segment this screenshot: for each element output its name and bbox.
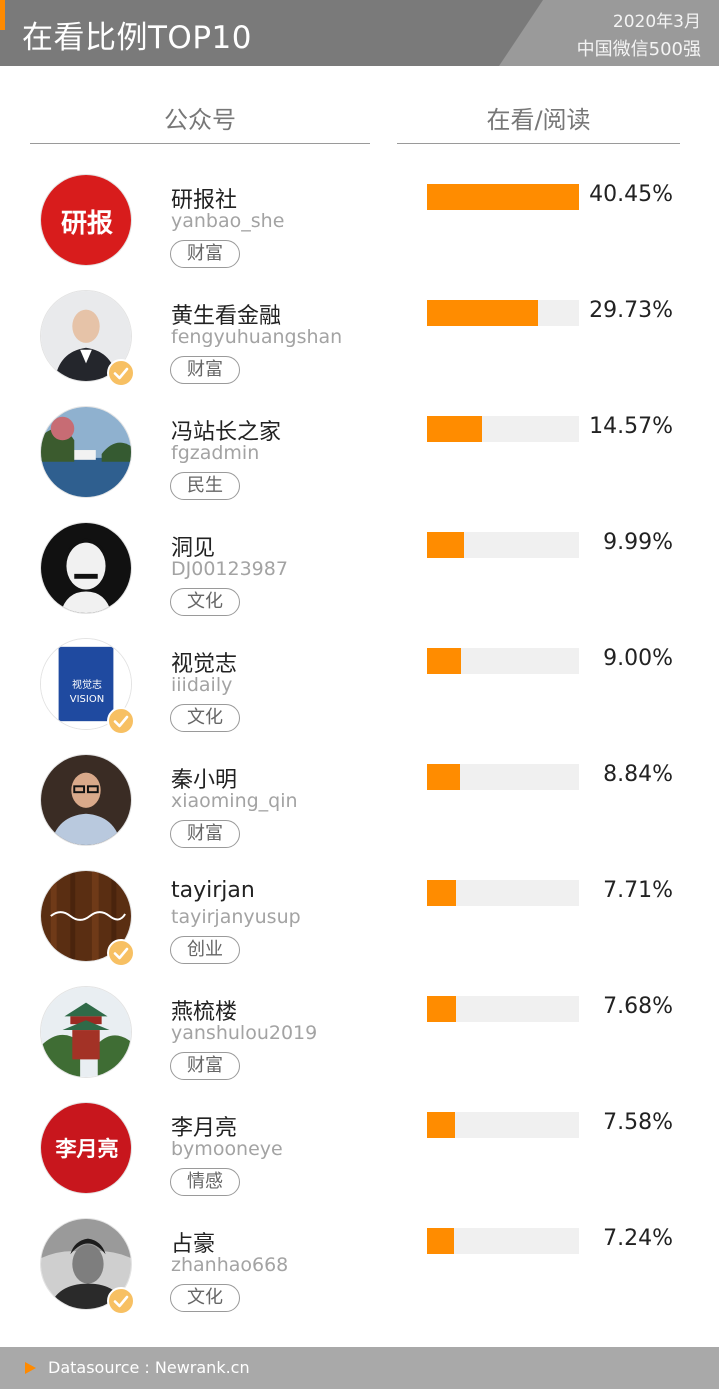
header-subtitle: 中国微信500强 [576, 39, 701, 60]
ratio-bar-track [427, 648, 579, 674]
verified-badge-icon [107, 359, 135, 387]
list-item[interactable]: tayirjan tayirjanyusup 创业 7.71% [0, 860, 719, 976]
avatar[interactable]: 研报 [40, 174, 132, 266]
column-header-ratio: 在看/阅读 [486, 106, 591, 134]
ratio-bar-track [427, 184, 579, 210]
column-divider-account [30, 143, 370, 144]
category-tag: 财富 [170, 820, 240, 848]
avatar[interactable] [40, 406, 132, 498]
list-item[interactable]: 占豪 zhanhao668 文化 7.24% [0, 1208, 719, 1324]
ratio-bar-fill [427, 880, 456, 906]
avatar[interactable]: 李月亮 [40, 1102, 132, 1194]
ratio-bar-fill [427, 1112, 455, 1138]
list-item[interactable]: 黄生看金融 fengyuhuangshan 财富 29.73% [0, 280, 719, 396]
ratio-bar-track [427, 300, 579, 326]
play-arrow-icon [25, 1362, 36, 1374]
data-source: Datasource : Newrank.cn [48, 1358, 250, 1377]
category-tag: 民生 [170, 472, 240, 500]
list-item[interactable]: 研报 研报社 yanbao_she 财富 40.45% [0, 164, 719, 280]
ratio-percent: 7.71% [603, 878, 673, 903]
ratio-percent: 9.00% [603, 646, 673, 671]
column-header-account: 公众号 [164, 106, 236, 134]
ratio-percent: 7.24% [603, 1226, 673, 1251]
ratio-percent: 9.99% [603, 530, 673, 555]
account-name[interactable]: tayirjan [171, 878, 255, 903]
account-id: tayirjanyusup [171, 906, 301, 928]
ratio-bar-fill [427, 648, 461, 674]
list-item[interactable]: 洞见 DJ00123987 文化 9.99% [0, 512, 719, 628]
category-tag: 财富 [170, 240, 240, 268]
category-tag: 财富 [170, 1052, 240, 1080]
ratio-bar-fill [427, 300, 538, 326]
list-item[interactable]: 秦小明 xiaoming_qin 财富 8.84% [0, 744, 719, 860]
verified-badge-icon [107, 1287, 135, 1315]
avatar-logo-text: 研报 [60, 209, 113, 239]
avatar-logo-text: 视觉志 VISION [69, 680, 105, 705]
account-id: fengyuhuangshan [171, 326, 343, 348]
ratio-percent: 40.45% [589, 182, 673, 207]
ratio-bar-track [427, 1228, 579, 1254]
ratio-bar-track [427, 764, 579, 790]
avatar-logo-text: 李月亮 [55, 1136, 119, 1161]
header-banner: 在看比例TOP10 2020年3月 中国微信500强 [0, 0, 719, 66]
list-item[interactable]: 燕梳楼 yanshulou2019 财富 7.68% [0, 976, 719, 1092]
account-id: yanbao_she [171, 210, 285, 232]
ratio-bar-fill [427, 184, 579, 210]
ratio-bar-track [427, 416, 579, 442]
ratio-percent: 8.84% [603, 762, 673, 787]
verified-badge-icon [107, 939, 135, 967]
account-id: zhanhao668 [171, 1254, 289, 1276]
account-id: DJ00123987 [171, 558, 288, 580]
account-id: bymooneye [171, 1138, 283, 1160]
ratio-bar-track [427, 880, 579, 906]
footer: Datasource : Newrank.cn [0, 1347, 719, 1389]
ratio-bar-fill [427, 764, 460, 790]
category-tag: 文化 [170, 1284, 240, 1312]
avatar[interactable] [40, 754, 132, 846]
ratio-percent: 29.73% [589, 298, 673, 323]
ratio-percent: 7.68% [603, 994, 673, 1019]
page-title: 在看比例TOP10 [22, 20, 252, 56]
category-tag: 创业 [170, 936, 240, 964]
ratio-bar-fill [427, 532, 464, 558]
ratio-percent: 14.57% [589, 414, 673, 439]
category-tag: 财富 [170, 356, 240, 384]
list-item[interactable]: 李月亮 李月亮 bymooneye 情感 7.58% [0, 1092, 719, 1208]
account-id: xiaoming_qin [171, 790, 298, 812]
column-divider-ratio [397, 143, 680, 144]
ratio-percent: 7.58% [603, 1110, 673, 1135]
header-date: 2020年3月 [612, 12, 701, 32]
avatar[interactable] [40, 522, 132, 614]
ratio-bar-fill [427, 416, 482, 442]
ratio-bar-fill [427, 996, 456, 1022]
category-tag: 文化 [170, 704, 240, 732]
ratio-bar-track [427, 532, 579, 558]
account-id: iiidaily [171, 674, 233, 696]
category-tag: 文化 [170, 588, 240, 616]
account-id: fgzadmin [171, 442, 260, 464]
verified-badge-icon [107, 707, 135, 735]
avatar[interactable] [40, 986, 132, 1078]
ratio-bar-fill [427, 1228, 454, 1254]
list-item[interactable]: 视觉志 VISION 视觉志 iiidaily 文化 9.00% [0, 628, 719, 744]
category-tag: 情感 [170, 1168, 240, 1196]
ratio-bar-track [427, 1112, 579, 1138]
ratio-bar-track [427, 996, 579, 1022]
account-id: yanshulou2019 [171, 1022, 318, 1044]
list-item[interactable]: 冯站长之家 fgzadmin 民生 14.57% [0, 396, 719, 512]
header-accent [0, 0, 5, 30]
